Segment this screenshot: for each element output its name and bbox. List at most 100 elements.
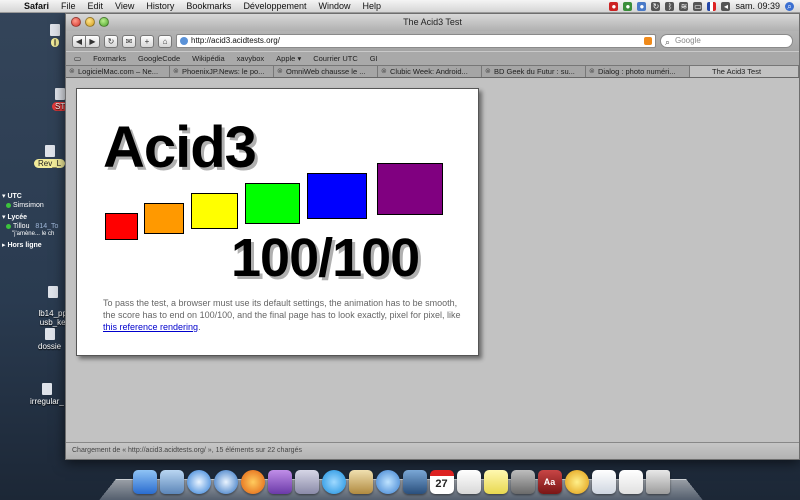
dictionary-icon[interactable]: Aa <box>537 470 562 494</box>
safari-alt-icon[interactable] <box>213 470 238 494</box>
finder-icon[interactable] <box>132 470 157 494</box>
bookmark-wikipedia[interactable]: Wikipédia <box>192 54 225 63</box>
dock: 27 Aa <box>118 462 684 500</box>
file-icon <box>44 145 55 157</box>
reload-button[interactable]: ↻ <box>104 34 118 48</box>
tab-acid3[interactable]: The Acid3 Test <box>690 66 799 77</box>
close-tab-icon[interactable]: ⊗ <box>277 66 283 77</box>
desktop-icon[interactable]: irregular_ <box>30 383 64 406</box>
pidgin-icon[interactable] <box>294 470 319 494</box>
tab-phoenixjp[interactable]: ⊗ PhoenixJP.News: le po... <box>170 66 274 77</box>
volume-icon[interactable]: ◂ <box>721 1 731 11</box>
file-icon <box>55 88 66 100</box>
menu-help[interactable]: Help <box>357 0 388 13</box>
add-bookmark-button[interactable]: + <box>140 34 154 48</box>
close-tab-icon[interactable]: ⊗ <box>381 66 387 77</box>
bookmark-apple[interactable]: Apple ▾ <box>276 54 301 63</box>
buddy-group-offline[interactable]: ▸ Hors ligne <box>2 241 64 249</box>
buddy-simsimon[interactable]: Simsimon <box>6 202 64 209</box>
tab-omniweb[interactable]: ⊗ OmniWeb chausse le ... <box>274 66 378 77</box>
menu-safari[interactable]: Safari <box>18 0 55 13</box>
menu-history[interactable]: History <box>140 0 180 13</box>
textedit-icon[interactable] <box>456 470 481 494</box>
safari-icon[interactable] <box>186 470 211 494</box>
online-dot-icon <box>6 203 11 208</box>
search-field[interactable]: ⌕ Google <box>660 34 793 48</box>
stickies-icon[interactable] <box>483 470 508 494</box>
window-titlebar[interactable]: The Acid3 Test <box>66 14 799 31</box>
spotlight-icon[interactable]: ⌕ <box>785 1 794 11</box>
bookmark-xavybox[interactable]: xavybox <box>237 54 265 63</box>
acid-box-purple <box>377 163 443 215</box>
menu-developpement[interactable]: Développement <box>237 0 312 13</box>
status-green-icon[interactable]: ● <box>623 1 633 11</box>
close-tab-icon[interactable]: ⊗ <box>485 66 491 77</box>
buddy-list: ▾ UTC Simsimon ▾ Lycée Tillou 814_To "j'… <box>0 188 64 251</box>
tab-bar: ⊗ LogicielMac.com – Ne... ⊗ PhoenixJP.News… <box>66 65 799 78</box>
preview-icon[interactable] <box>591 470 616 494</box>
tab-clubic[interactable]: ⊗ Clubic Week: Android... <box>378 66 482 77</box>
menu-view[interactable]: View <box>109 0 140 13</box>
bookmark-gi[interactable]: GI <box>370 54 378 63</box>
trash-icon[interactable] <box>645 470 670 494</box>
battery-icon[interactable]: ▭ <box>693 1 703 11</box>
iphoto-icon[interactable] <box>402 470 427 494</box>
address-bar[interactable]: http://acid3.acidtests.org/ <box>176 34 656 48</box>
acid3-test-page: Acid3 100/100 To pass the test, a browse… <box>76 88 479 356</box>
close-tab-icon[interactable]: ⊗ <box>589 66 595 77</box>
close-tab-icon[interactable]: ⊗ <box>173 66 179 77</box>
menu-edit[interactable]: Edit <box>82 0 110 13</box>
time-machine-icon[interactable]: ↻ <box>651 1 661 11</box>
french-flag-icon[interactable] <box>707 1 717 11</box>
desktop-icon[interactable]: dossie <box>38 328 61 351</box>
buddy-group-utc[interactable]: ▾ UTC <box>2 192 64 200</box>
tab-bd-geek[interactable]: ⊗ BD Geek du Futur : su... <box>482 66 586 77</box>
itunes-icon[interactable] <box>375 470 400 494</box>
menu-clock[interactable]: sam. 09:39 <box>735 1 780 11</box>
system-preferences-icon[interactable] <box>510 470 535 494</box>
bookmark-courrier-utc[interactable]: Courrier UTC <box>313 54 358 63</box>
ical-icon[interactable]: 27 <box>429 470 454 494</box>
mail-icon[interactable] <box>159 470 184 494</box>
menu-window[interactable]: Window <box>312 0 356 13</box>
status-red-icon[interactable]: ● <box>609 1 619 11</box>
ichat-icon[interactable] <box>564 470 589 494</box>
back-button[interactable]: ◀ <box>72 34 86 48</box>
acid3-title: Acid3 <box>103 115 257 180</box>
menu-bookmarks[interactable]: Bookmarks <box>180 0 237 13</box>
adium-icon[interactable] <box>267 470 292 494</box>
window-title: The Acid3 Test <box>403 17 462 27</box>
bookmark-manager-button[interactable]: ✉ <box>122 34 136 48</box>
browser-window: The Acid3 Test ◀ ▶ ↻ ✉ + ⌂ http://acid3.… <box>65 13 800 460</box>
desktop-icon[interactable]: l <box>50 24 60 47</box>
bookmarks-book-icon[interactable]: ▭ <box>74 54 81 63</box>
tab-dialog[interactable]: ⊗ Dialog : photo numéri... <box>586 66 690 77</box>
bookmark-googlecode[interactable]: GoogleCode <box>138 54 180 63</box>
desktop-icon[interactable]: Rev_L <box>34 145 66 168</box>
buddy-tillou[interactable]: Tillou 814_To <box>6 223 64 230</box>
wifi-icon[interactable]: ≋ <box>679 1 689 11</box>
reference-rendering-link[interactable]: this reference rendering <box>103 322 198 332</box>
bookmark-foxmarks[interactable]: Foxmarks <box>93 54 126 63</box>
search-placeholder: Google <box>675 36 701 45</box>
textfile-icon[interactable] <box>618 470 643 494</box>
rss-icon[interactable] <box>644 37 652 45</box>
skype-icon[interactable] <box>321 470 346 494</box>
globe-status-icon[interactable]: ● <box>637 1 647 11</box>
flip-icon[interactable] <box>348 470 373 494</box>
tab-logicielmac[interactable]: ⊗ LogicielMac.com – Ne... <box>66 66 170 77</box>
close-tab-icon[interactable]: ⊗ <box>69 66 75 77</box>
menu-file[interactable]: File <box>55 0 82 13</box>
buddy-group-lycee[interactable]: ▾ Lycée <box>2 213 64 221</box>
home-button[interactable]: ⌂ <box>158 34 172 48</box>
acid3-description: To pass the test, a browser must use its… <box>103 298 461 332</box>
file-icon <box>50 24 60 36</box>
address-text: http://acid3.acidtests.org/ <box>191 36 280 45</box>
bluetooth-icon[interactable]: ᛒ <box>665 1 675 11</box>
online-dot-icon <box>6 224 11 229</box>
file-icon <box>47 286 58 298</box>
firefox-icon[interactable] <box>240 470 265 494</box>
page-content: Acid3 100/100 To pass the test, a browse… <box>66 78 799 443</box>
search-icon: ⌕ <box>665 37 671 47</box>
forward-button[interactable]: ▶ <box>86 34 100 48</box>
